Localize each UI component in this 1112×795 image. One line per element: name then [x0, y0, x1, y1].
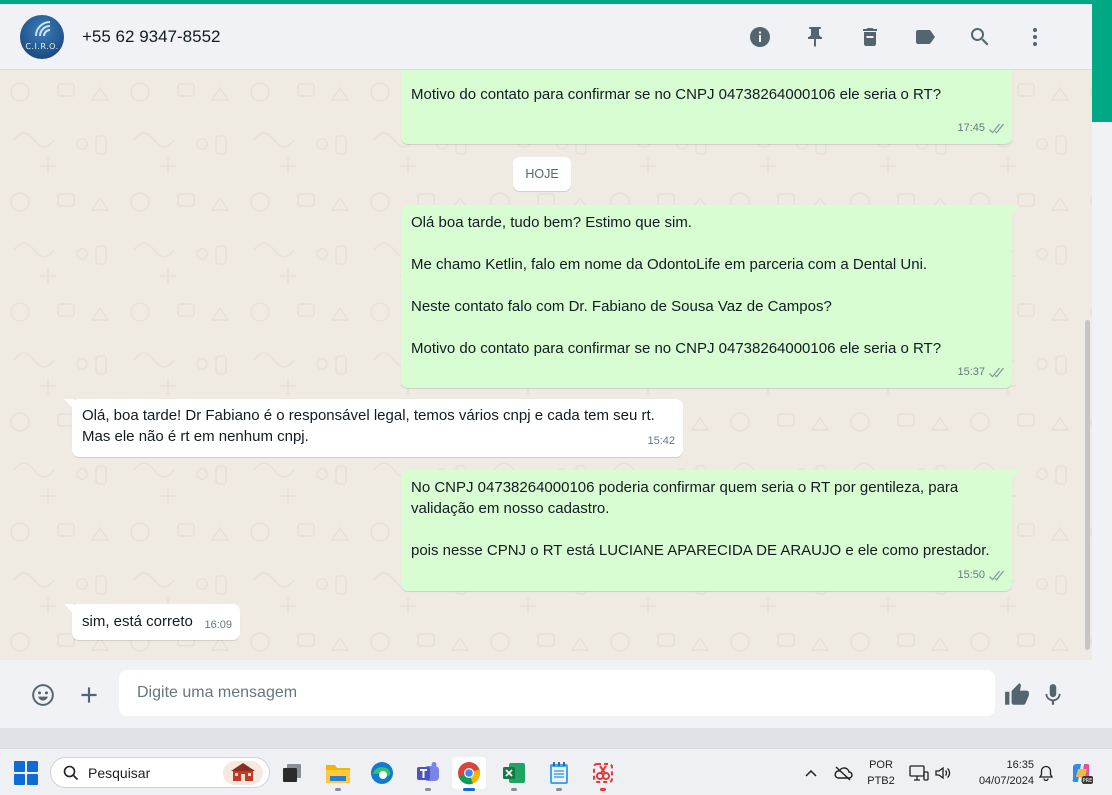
file-explorer-icon[interactable] — [321, 757, 355, 791]
search-icon — [63, 765, 79, 780]
chat-scrollbar-thumb[interactable] — [1085, 320, 1090, 650]
avatar-logo-text: C.I.R.O. — [25, 41, 59, 51]
header-actions — [732, 21, 1062, 53]
chat-header: C.I.R.O. +55 62 9347-8552 — [0, 4, 1092, 70]
volume-icon[interactable] — [932, 749, 954, 795]
message-time: 16:09 — [204, 619, 232, 631]
bubble-tail — [64, 399, 74, 409]
message-meta: 15:37 — [957, 362, 1004, 383]
bubble-tail — [1010, 470, 1020, 480]
double-check-icon — [988, 570, 1004, 581]
microphone-icon[interactable] — [1040, 682, 1066, 708]
whatsapp-window: C.I.R.O. +55 62 9347-8552 Motivo do cont… — [0, 4, 1092, 728]
message-text: Motivo do contato para confirmar se no C… — [411, 86, 942, 103]
copilot-icon[interactable]: PRE — [1066, 749, 1096, 795]
message-meta: 17:45 — [957, 118, 1004, 139]
message-text: Olá, boa tarde! Dr Fabiano é o responsáv… — [82, 407, 655, 445]
notepad-icon[interactable] — [542, 757, 576, 791]
message-text: Olá boa tarde, tudo bem? Estimo que sim.… — [411, 214, 942, 357]
message-input[interactable] — [119, 670, 995, 716]
edge-browser-icon[interactable] — [365, 757, 399, 789]
pin-icon[interactable] — [787, 21, 842, 53]
message-meta: 15:42 — [647, 431, 675, 452]
label-icon[interactable] — [897, 21, 952, 53]
start-menu-icon[interactable] — [14, 761, 38, 785]
info-icon[interactable] — [732, 21, 787, 53]
chat-area[interactable]: Motivo do contato para confirmar se no C… — [0, 70, 1092, 660]
contact-avatar[interactable]: C.I.R.O. — [20, 14, 64, 59]
message-time: 15:37 — [957, 366, 985, 378]
message-outgoing[interactable]: Olá boa tarde, tudo bem? Estimo que sim.… — [401, 205, 1020, 388]
onedrive-offline-icon[interactable] — [832, 749, 854, 795]
snipping-tool-icon[interactable] — [586, 757, 620, 791]
message-time: 17:45 — [957, 122, 985, 134]
composer-bar — [0, 660, 1092, 728]
message-time: 15:50 — [957, 569, 985, 581]
clock-date: 04/07/2024 — [978, 774, 1034, 787]
chrome-browser-icon[interactable] — [452, 757, 486, 791]
search-icon[interactable] — [952, 21, 1007, 53]
message-outgoing[interactable]: No CNPJ 04738264000106 poderia confirmar… — [401, 470, 1020, 591]
menu-icon[interactable] — [1007, 21, 1062, 53]
message-incoming[interactable]: sim, está correto 16:09 — [64, 604, 240, 640]
thumbs-up-icon[interactable] — [1004, 682, 1030, 708]
svg-text:PRE: PRE — [1083, 778, 1093, 784]
system-clock[interactable]: 16:35 04/07/2024 — [962, 749, 1036, 795]
window-bottom-gap — [0, 728, 1112, 748]
excel-icon[interactable] — [497, 757, 531, 791]
search-highlight-icon — [223, 761, 263, 785]
teams-icon[interactable] — [411, 757, 445, 791]
display-network-icon[interactable] — [908, 749, 930, 795]
emoji-icon[interactable] — [30, 682, 56, 708]
double-check-icon — [988, 123, 1004, 134]
message-time: 15:42 — [647, 435, 675, 447]
message-text: No CNPJ 04738264000106 poderia confirmar… — [411, 479, 990, 559]
contact-name[interactable]: +55 62 9347-8552 — [82, 27, 221, 47]
message-outgoing[interactable]: Motivo do contato para confirmar se no C… — [401, 70, 1012, 144]
input-language-indicator[interactable]: POR PTB2 — [862, 749, 900, 795]
window-right-edge — [1092, 4, 1112, 728]
message-incoming[interactable]: Olá, boa tarde! Dr Fabiano é o responsáv… — [64, 399, 683, 457]
message-meta: 16:09 — [204, 615, 232, 636]
taskbar-search[interactable]: Pesquisar — [50, 757, 270, 788]
clock-time: 16:35 — [1006, 758, 1034, 771]
tray-overflow-chevron-icon[interactable] — [802, 749, 820, 795]
notification-bell-icon[interactable] — [1036, 749, 1056, 795]
windows-taskbar: Pesquisar POR PTB2 16:35 04/07/2024 PRE — [0, 748, 1112, 795]
date-divider-chip: HOJE — [513, 157, 571, 191]
signal-logo-icon — [35, 20, 51, 36]
bubble-tail — [1010, 205, 1020, 215]
attach-plus-icon[interactable] — [76, 682, 102, 708]
language-code: POR — [869, 758, 893, 771]
double-check-icon — [988, 367, 1004, 378]
taskbar-search-label: Pesquisar — [88, 764, 151, 781]
keyboard-layout: PTB2 — [867, 774, 895, 787]
trash-icon[interactable] — [842, 21, 897, 53]
message-meta: 15:50 — [957, 565, 1004, 586]
task-view-icon[interactable] — [275, 757, 309, 789]
bubble-tail — [64, 604, 74, 614]
